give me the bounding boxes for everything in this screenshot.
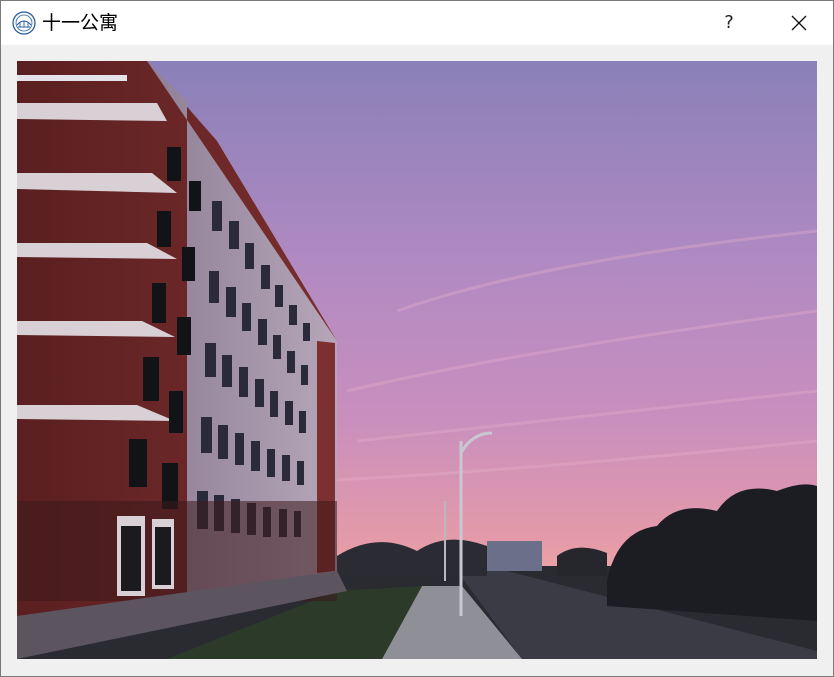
- window-title: 十一公寓: [42, 12, 119, 34]
- close-icon: [791, 15, 807, 31]
- dialog-window: 十一公寓 ?: [0, 0, 834, 677]
- close-button[interactable]: [775, 1, 823, 45]
- title-bar[interactable]: 十一公寓 ?: [1, 1, 833, 45]
- dormitory-photo: [17, 61, 817, 659]
- dialog-content: [1, 45, 833, 676]
- photo-image: [17, 61, 817, 659]
- university-seal-icon: [12, 11, 36, 35]
- help-button[interactable]: ?: [707, 1, 751, 45]
